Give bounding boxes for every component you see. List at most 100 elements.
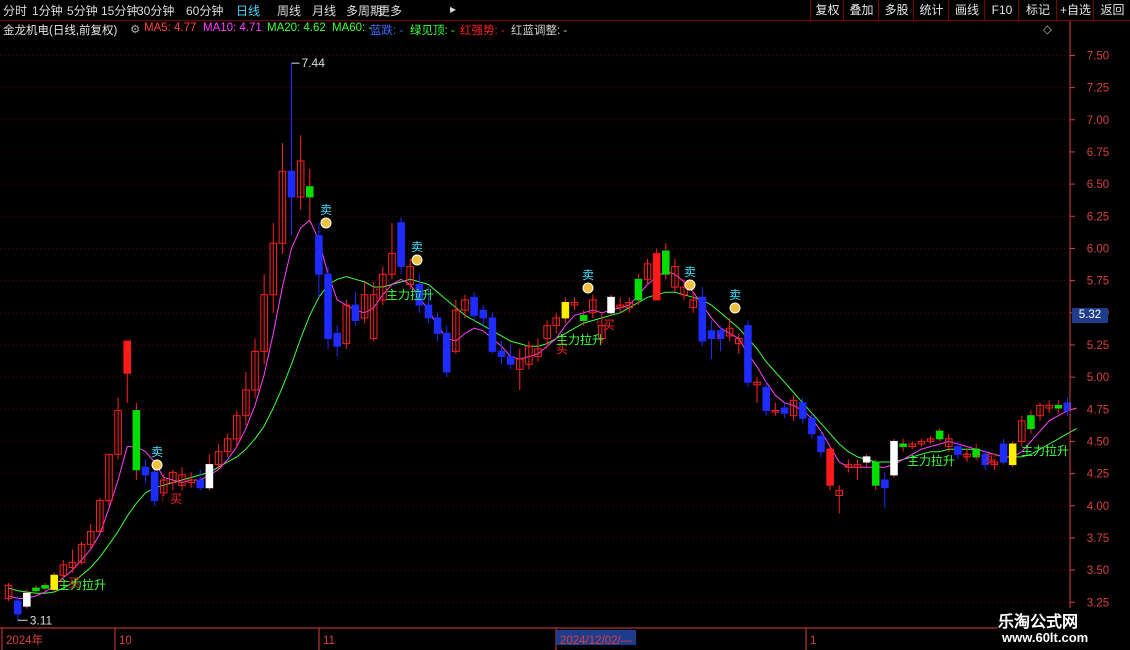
moneybag-icon	[729, 302, 741, 314]
candle-body	[899, 443, 907, 448]
watermark: 乐淘公式网 www.60lt.com	[998, 608, 1130, 650]
moneybag-icon	[151, 459, 163, 471]
buy-arrow-icon: ↑	[544, 338, 550, 352]
period-tab-0[interactable]: 分时	[3, 2, 27, 19]
blue-drop-value: 蓝跌: -	[370, 25, 404, 37]
y-tick-label: 6.25	[1087, 211, 1109, 223]
candle-body	[935, 430, 944, 440]
main-force-label: 主力拉升	[386, 288, 435, 302]
candle-body	[150, 471, 159, 502]
x-tick-label: 2024/12/02/—	[560, 635, 633, 647]
period-tab-9[interactable]: 多周期	[346, 2, 382, 19]
candle-body	[698, 296, 707, 342]
diamond-icon[interactable]: ◇	[1043, 22, 1052, 36]
toolbar-button-1[interactable]: 叠加	[843, 0, 879, 20]
watermark-title: 乐淘公式网	[998, 614, 1079, 631]
buy-signal-label: 买	[170, 492, 183, 506]
settings-icon[interactable]: ⚙	[130, 22, 140, 36]
period-tab-7[interactable]: 周线	[277, 2, 301, 19]
candle-body	[205, 464, 214, 489]
period-tab-2[interactable]: 5分钟	[67, 2, 98, 19]
candle-body	[561, 301, 570, 319]
candle-body	[123, 340, 132, 374]
candle-body	[479, 309, 488, 319]
y-tick-label: 3.50	[1087, 565, 1109, 577]
toolbar-button-4[interactable]: 画线	[948, 0, 985, 20]
watermark-url: www.60lt.com	[1002, 630, 1089, 645]
candle-body	[652, 253, 661, 301]
toolbar-button-2[interactable]: 多股	[878, 0, 914, 20]
y-tick-label: 4.75	[1087, 404, 1109, 416]
moneybag-icon	[320, 217, 332, 229]
candle-body	[954, 446, 962, 455]
candle-body	[662, 250, 670, 275]
candle-body	[50, 574, 58, 590]
buy-arrow-icon: ↑	[374, 284, 380, 298]
top-toolbar: 分时 1分钟 5分钟 15分钟 30分钟 60分钟 日线 周线 月线 多周期 更多 ▸ 复权 叠加 多股 统计…	[0, 0, 1130, 21]
toolbar-button-6[interactable]: 标记	[1018, 0, 1057, 20]
date-axis: 2024年 10 11 2024/12/02/— 1	[1, 628, 816, 650]
period-tab-10[interactable]: 更多	[378, 2, 402, 19]
kline-chart[interactable]: 7.507.257.006.756.506.256.005.755.505.25…	[0, 0, 1130, 650]
period-tab-1[interactable]: 1分钟	[32, 2, 63, 19]
buy-arrow-icon: ↑	[160, 490, 166, 504]
y-tick-label: 6.50	[1087, 179, 1109, 191]
toolbar-button-8[interactable]: 返回	[1093, 0, 1130, 20]
period-tab-3[interactable]: 15分钟	[101, 2, 138, 19]
current-price-tag: 5.32	[1072, 308, 1108, 323]
high-label: 7.44	[302, 56, 326, 70]
low-label: 3.11	[30, 613, 53, 627]
y-tick-label: 5.00	[1087, 372, 1109, 384]
period-tab-6[interactable]: 日线	[236, 2, 260, 19]
main-force-label: 主力拉升	[1021, 444, 1070, 458]
y-tick-label: 3.75	[1087, 533, 1109, 545]
x-tick-label: 1	[810, 635, 816, 647]
candle-body	[433, 317, 442, 334]
ma5-value: MA5: 4.77	[144, 22, 197, 34]
candle-body	[999, 443, 1008, 463]
candle-body	[1054, 404, 1063, 409]
candle-body	[1027, 415, 1035, 430]
candle-body	[141, 466, 150, 476]
period-tab-8[interactable]: 月线	[312, 2, 336, 19]
toolbar-button-3[interactable]: 统计	[913, 0, 949, 20]
candle-body	[826, 448, 834, 486]
sell-signal-label: 卖	[320, 203, 333, 217]
green-top-value: 绿见顶: -	[410, 25, 455, 37]
more-arrow-icon[interactable]: ▸	[450, 2, 456, 16]
candle-body	[881, 479, 889, 489]
y-tick-label: 5.25	[1087, 340, 1109, 352]
ma10-value: MA10: 4.71	[203, 22, 262, 34]
period-tab-4[interactable]: 30分钟	[137, 2, 174, 19]
x-tick-label: 10	[119, 635, 132, 647]
toolbar-button-7[interactable]: +自选	[1056, 0, 1094, 20]
candle-body	[306, 186, 314, 198]
buy-arrow-icon: ↑	[716, 330, 722, 344]
x-tick-label: 11	[323, 635, 335, 647]
moneybag-icon	[684, 279, 696, 291]
period-tab-5[interactable]: 60分钟	[186, 2, 223, 19]
toolbar-button-0[interactable]: 复权	[810, 0, 844, 20]
buy-arrow-icon: ↑	[963, 448, 969, 462]
main-force-label: 主力拉升	[556, 333, 605, 347]
candle-body	[196, 479, 205, 489]
red-blue-adjust-value: 红蓝调整: -	[511, 25, 568, 37]
candle-body	[32, 587, 40, 592]
candle-body	[23, 592, 31, 607]
candle-body	[871, 461, 880, 486]
candle-body	[488, 317, 497, 352]
candle-body	[351, 304, 360, 321]
red-strong-value: 红强势: -	[460, 25, 505, 37]
y-tick-label: 5.75	[1087, 276, 1109, 288]
x-tick-label: 2024年	[6, 633, 43, 647]
candle-body	[890, 440, 898, 476]
ma60-value: MA60: -	[332, 22, 373, 34]
toolbar-button-5[interactable]: F10	[984, 0, 1019, 20]
candle-body	[744, 325, 752, 383]
candle-body	[607, 296, 615, 314]
y-tick-label: 4.25	[1087, 469, 1109, 481]
ma20-value: MA20: 4.62	[267, 22, 326, 34]
candle-body	[707, 330, 716, 340]
indicator-infobar: 金龙机电(日线,前复权) ⚙ MA5: 4.77 MA10: 4.71 MA20…	[0, 21, 1070, 39]
candle-body	[470, 296, 478, 316]
